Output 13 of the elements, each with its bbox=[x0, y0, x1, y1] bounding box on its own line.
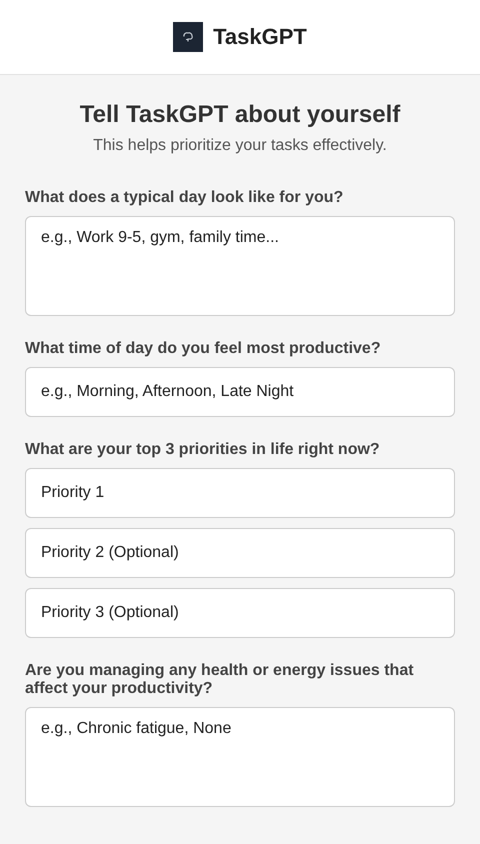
question-label: What time of day do you feel most productive? bbox=[25, 340, 382, 358]
question-label: Are you managing any health or energy issues that affect your productivity? bbox=[25, 662, 415, 698]
input-field[interactable]: e.g., Work 9-5, gym, family time... bbox=[25, 216, 455, 316]
input-field[interactable]: Priority 3 (Optional) bbox=[25, 588, 455, 638]
question-label: What does a typical day look like for you? bbox=[25, 189, 344, 207]
app-name: TaskGPT bbox=[213, 24, 307, 50]
input-field[interactable]: e.g., Chronic fatigue, None bbox=[25, 707, 455, 807]
page-title: Tell TaskGPT about yourself bbox=[78, 100, 402, 130]
question-label: What are your top 3 priorities in life right now? bbox=[25, 441, 381, 459]
page-subtitle: This helps prioritize your tasks effectively. bbox=[92, 136, 388, 156]
input-field[interactable]: e.g., Morning, Afternoon, Late Night bbox=[25, 367, 455, 417]
input-field[interactable]: Priority 2 (Optional) bbox=[25, 528, 455, 578]
input-field[interactable]: Priority 1 bbox=[25, 468, 455, 518]
